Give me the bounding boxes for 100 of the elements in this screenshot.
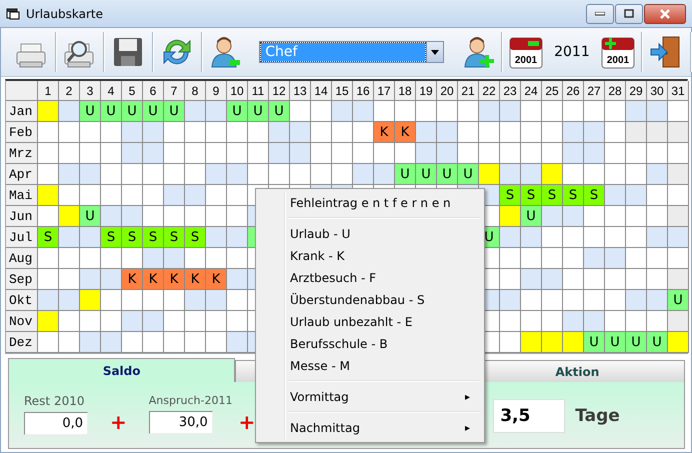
next-year-button[interactable]: 2001 xyxy=(594,29,642,75)
calendar-cell[interactable] xyxy=(122,122,143,143)
calendar-cell[interactable] xyxy=(206,122,227,143)
calendar-cell[interactable] xyxy=(668,143,689,164)
calendar-cell[interactable] xyxy=(38,332,59,353)
calendar-cell[interactable] xyxy=(584,206,605,227)
calendar-cell[interactable] xyxy=(122,332,143,353)
calendar-cell[interactable] xyxy=(38,185,59,206)
calendar-cell[interactable] xyxy=(500,311,521,332)
calendar-cell[interactable] xyxy=(206,290,227,311)
calendar-cell[interactable] xyxy=(668,227,689,248)
calendar-cell[interactable] xyxy=(647,269,668,290)
calendar-cell[interactable] xyxy=(101,269,122,290)
calendar-cell[interactable] xyxy=(59,269,80,290)
calendar-cell[interactable] xyxy=(584,101,605,122)
close-button[interactable] xyxy=(644,4,686,24)
calendar-cell[interactable] xyxy=(185,164,206,185)
calendar-cell[interactable] xyxy=(59,122,80,143)
calendar-cell[interactable] xyxy=(101,311,122,332)
calendar-cell[interactable] xyxy=(143,290,164,311)
calendar-cell[interactable] xyxy=(668,122,689,143)
calendar-cell[interactable] xyxy=(500,206,521,227)
calendar-cell[interactable] xyxy=(626,185,647,206)
calendar-cell[interactable] xyxy=(605,122,626,143)
calendar-cell[interactable] xyxy=(647,206,668,227)
menu-item[interactable]: Krank - K xyxy=(258,245,482,267)
calendar-cell[interactable] xyxy=(668,269,689,290)
calendar-cell[interactable] xyxy=(500,101,521,122)
calendar-cell[interactable] xyxy=(143,332,164,353)
calendar-cell[interactable] xyxy=(122,185,143,206)
calendar-cell[interactable] xyxy=(479,101,500,122)
entitlement-field[interactable]: 30,0 xyxy=(148,411,213,434)
calendar-cell[interactable] xyxy=(542,290,563,311)
calendar-cell[interactable] xyxy=(332,164,353,185)
calendar-cell[interactable] xyxy=(626,206,647,227)
calendar-cell[interactable] xyxy=(353,101,374,122)
calendar-cell[interactable] xyxy=(227,332,248,353)
calendar-cell[interactable] xyxy=(80,185,101,206)
calendar-cell[interactable] xyxy=(101,164,122,185)
calendar-cell[interactable] xyxy=(59,290,80,311)
calendar-cell[interactable] xyxy=(563,311,584,332)
absence-cell[interactable]: S xyxy=(563,185,584,206)
calendar-cell[interactable] xyxy=(206,143,227,164)
calendar-cell[interactable] xyxy=(521,290,542,311)
calendar-cell[interactable] xyxy=(521,122,542,143)
calendar-cell[interactable] xyxy=(521,269,542,290)
menu-item[interactable]: Urlaub unbezahlt - E xyxy=(258,311,482,333)
calendar-cell[interactable] xyxy=(206,164,227,185)
absence-cell[interactable]: K xyxy=(395,122,416,143)
calendar-cell[interactable] xyxy=(164,185,185,206)
calendar-cell[interactable] xyxy=(521,311,542,332)
calendar-cell[interactable] xyxy=(626,227,647,248)
calendar-cell[interactable] xyxy=(248,122,269,143)
calendar-cell[interactable] xyxy=(521,143,542,164)
absence-cell[interactable]: S xyxy=(164,227,185,248)
absence-cell[interactable]: K xyxy=(143,269,164,290)
calendar-cell[interactable] xyxy=(521,332,542,353)
calendar-cell[interactable] xyxy=(38,101,59,122)
absence-cell[interactable]: S xyxy=(101,227,122,248)
calendar-cell[interactable] xyxy=(605,143,626,164)
calendar-cell[interactable] xyxy=(38,248,59,269)
calendar-cell[interactable] xyxy=(521,248,542,269)
calendar-cell[interactable] xyxy=(479,143,500,164)
calendar-cell[interactable] xyxy=(290,122,311,143)
calendar-cell[interactable] xyxy=(626,311,647,332)
calendar-cell[interactable] xyxy=(353,143,374,164)
calendar-cell[interactable] xyxy=(479,164,500,185)
calendar-cell[interactable] xyxy=(626,122,647,143)
calendar-cell[interactable] xyxy=(458,122,479,143)
calendar-cell[interactable] xyxy=(500,143,521,164)
absence-cell[interactable]: U xyxy=(668,290,689,311)
calendar-cell[interactable] xyxy=(584,269,605,290)
calendar-cell[interactable] xyxy=(563,290,584,311)
calendar-cell[interactable] xyxy=(185,248,206,269)
absence-cell[interactable]: K xyxy=(122,269,143,290)
calendar-cell[interactable] xyxy=(290,164,311,185)
calendar-cell[interactable] xyxy=(311,164,332,185)
calendar-cell[interactable] xyxy=(101,248,122,269)
calendar-cell[interactable] xyxy=(332,101,353,122)
calendar-cell[interactable] xyxy=(647,164,668,185)
absence-cell[interactable]: U xyxy=(395,164,416,185)
calendar-cell[interactable] xyxy=(311,101,332,122)
absence-cell[interactable]: S xyxy=(584,185,605,206)
calendar-cell[interactable] xyxy=(626,269,647,290)
calendar-cell[interactable] xyxy=(479,122,500,143)
calendar-cell[interactable] xyxy=(143,143,164,164)
calendar-cell[interactable] xyxy=(59,206,80,227)
calendar-cell[interactable] xyxy=(584,248,605,269)
calendar-cell[interactable] xyxy=(626,143,647,164)
calendar-cell[interactable] xyxy=(542,227,563,248)
absence-cell[interactable]: U xyxy=(227,101,248,122)
calendar-cell[interactable] xyxy=(59,164,80,185)
calendar-cell[interactable] xyxy=(59,185,80,206)
calendar-cell[interactable] xyxy=(290,101,311,122)
calendar-cell[interactable] xyxy=(605,227,626,248)
calendar-cell[interactable] xyxy=(227,290,248,311)
calendar-cell[interactable] xyxy=(164,248,185,269)
calendar-cell[interactable] xyxy=(311,122,332,143)
submenu-item[interactable]: Nachmittag ▸ xyxy=(258,417,482,439)
calendar-cell[interactable] xyxy=(584,164,605,185)
